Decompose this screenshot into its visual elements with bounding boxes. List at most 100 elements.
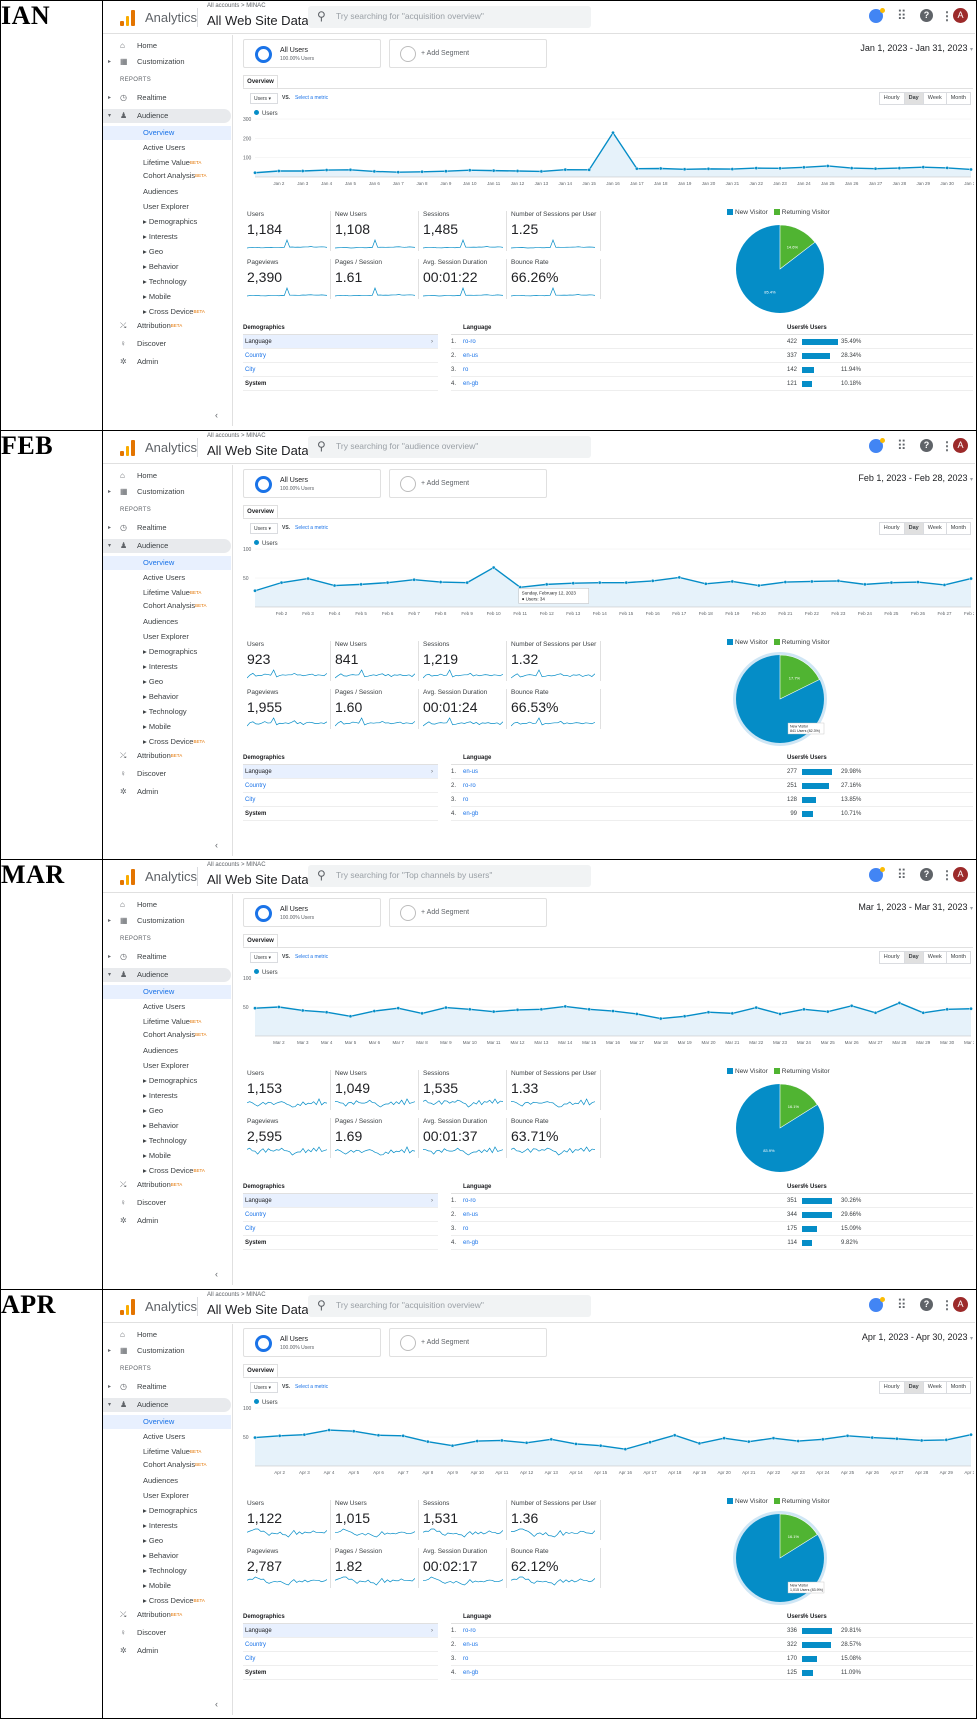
tab-overview[interactable]: Overview bbox=[243, 504, 278, 519]
language-row[interactable]: 3. ro 170 15.08% bbox=[451, 1652, 973, 1666]
language-row[interactable]: 3. ro 142 11.94% bbox=[451, 363, 973, 377]
sidebar-item-technology[interactable]: ▸ Technology bbox=[103, 275, 231, 289]
data-point[interactable] bbox=[650, 578, 655, 583]
data-point[interactable] bbox=[969, 167, 973, 172]
data-point[interactable] bbox=[826, 164, 830, 168]
data-point[interactable] bbox=[491, 168, 496, 173]
data-point[interactable] bbox=[549, 1437, 554, 1441]
sidebar-item-attribution[interactable]: ⤯ AttributionBETA bbox=[103, 1608, 231, 1622]
property-selector[interactable]: All Web Site Data ▾ bbox=[207, 1302, 316, 1317]
data-point[interactable] bbox=[597, 580, 602, 584]
granularity-week[interactable]: Week bbox=[924, 522, 947, 534]
data-point[interactable] bbox=[746, 1439, 751, 1443]
data-point[interactable] bbox=[863, 582, 867, 586]
collapse-sidebar-icon[interactable]: ‹ bbox=[215, 410, 218, 420]
sidebar-item-realtime[interactable]: ▸ ◷ Realtime bbox=[103, 1380, 231, 1394]
data-point[interactable] bbox=[524, 1440, 529, 1445]
language-link[interactable]: en-gb bbox=[463, 1666, 478, 1680]
data-point[interactable] bbox=[491, 1009, 496, 1014]
data-point[interactable] bbox=[396, 170, 400, 174]
data-point[interactable] bbox=[327, 1427, 331, 1432]
data-point[interactable] bbox=[849, 1004, 854, 1008]
sidebar-item-realtime[interactable]: ▸ ◷ Realtime bbox=[103, 521, 231, 535]
data-point[interactable] bbox=[467, 1007, 472, 1012]
sidebar-item-mobile[interactable]: ▸ Mobile bbox=[103, 1149, 231, 1163]
segment-all-users[interactable]: All Users 100.00% Users bbox=[243, 468, 381, 498]
select-metric-link[interactable]: Select a metric bbox=[295, 95, 328, 101]
sidebar-item-customization[interactable]: ▸ ▦ Customization bbox=[103, 485, 231, 499]
data-point[interactable] bbox=[757, 583, 761, 587]
metric-selector[interactable]: Users ▾ bbox=[250, 93, 278, 104]
granularity-month[interactable]: Month bbox=[947, 523, 970, 534]
data-point[interactable] bbox=[623, 1446, 628, 1451]
language-link[interactable]: en-us bbox=[463, 1638, 478, 1652]
account-avatar-icon[interactable]: A bbox=[953, 1296, 968, 1312]
data-point[interactable] bbox=[253, 1006, 257, 1010]
sidebar-item-audience[interactable]: ▾ ♟ Audience bbox=[103, 109, 231, 123]
analytics-logo-icon[interactable] bbox=[120, 10, 136, 26]
sidebar-item-lifetime-value[interactable]: Lifetime ValueBETA bbox=[103, 156, 231, 170]
sidebar-item-active-users[interactable]: Active Users bbox=[103, 141, 231, 155]
language-link[interactable]: ro bbox=[463, 1222, 468, 1236]
sidebar-item-geo[interactable]: ▸ Geo bbox=[103, 1534, 231, 1548]
sidebar-item-mobile[interactable]: ▸ Mobile bbox=[103, 720, 231, 734]
demographics-city[interactable]: City bbox=[243, 793, 438, 807]
apps-grid-icon[interactable]: ⠿ bbox=[897, 868, 907, 882]
data-point[interactable] bbox=[444, 1005, 448, 1010]
help-icon[interactable]: ? bbox=[920, 868, 933, 881]
sidebar-item-cohort-analysis[interactable]: Cohort AnalysisBETA bbox=[103, 169, 231, 183]
demographics-language[interactable]: Language › bbox=[243, 1623, 438, 1638]
granularity-day[interactable]: Day bbox=[904, 522, 924, 534]
date-range-picker[interactable]: Mar 1, 2023 - Mar 31, 2023 ▾ bbox=[858, 902, 973, 912]
sidebar-item-audience[interactable]: ▾ ♟ Audience bbox=[103, 538, 231, 553]
sidebar-item-cohort-analysis[interactable]: Cohort AnalysisBETA bbox=[103, 1458, 231, 1472]
sidebar-item-customization[interactable]: ▸ ▦ Customization bbox=[103, 1344, 231, 1358]
granularity-hourly[interactable]: Hourly bbox=[880, 952, 905, 963]
data-point[interactable] bbox=[587, 1007, 591, 1012]
granularity-week[interactable]: Week bbox=[924, 93, 947, 104]
notifications-icon[interactable] bbox=[869, 867, 885, 882]
date-range-picker[interactable]: Jan 1, 2023 - Jan 31, 2023 ▾ bbox=[860, 43, 973, 53]
data-point[interactable] bbox=[351, 1428, 356, 1433]
tab-overview[interactable]: Overview bbox=[243, 934, 278, 948]
granularity-day[interactable]: Day bbox=[904, 1381, 924, 1393]
data-point[interactable] bbox=[942, 582, 947, 587]
data-point[interactable] bbox=[944, 1437, 949, 1442]
help-icon[interactable]: ? bbox=[920, 438, 933, 452]
data-point[interactable] bbox=[396, 1006, 400, 1010]
demographics-city[interactable]: City bbox=[243, 1652, 438, 1666]
data-point[interactable] bbox=[697, 1441, 702, 1445]
data-point[interactable] bbox=[897, 166, 902, 170]
data-point[interactable] bbox=[730, 167, 735, 171]
language-row[interactable]: 3. ro 128 13.85% bbox=[451, 793, 973, 807]
sidebar-item-realtime[interactable]: ▸ ◷ Realtime bbox=[103, 91, 231, 105]
language-link[interactable]: ro bbox=[463, 363, 468, 377]
apps-grid-icon[interactable]: ⠿ bbox=[897, 9, 907, 23]
data-point[interactable] bbox=[253, 588, 257, 593]
data-point[interactable] bbox=[348, 168, 353, 172]
data-point[interactable] bbox=[706, 167, 711, 171]
more-vert-icon[interactable]: ⋮ bbox=[941, 1298, 953, 1312]
sidebar-item-cohort-analysis[interactable]: Cohort AnalysisBETA bbox=[103, 599, 231, 613]
demographics-language[interactable]: Language › bbox=[243, 1194, 438, 1208]
data-point[interactable] bbox=[635, 166, 639, 171]
notifications-icon[interactable] bbox=[869, 8, 885, 23]
granularity-month[interactable]: Month bbox=[947, 93, 970, 104]
language-link[interactable]: en-gb bbox=[463, 807, 478, 821]
data-point[interactable] bbox=[648, 1439, 652, 1444]
sidebar-item-audience[interactable]: ▾ ♟ Audience bbox=[103, 1397, 231, 1412]
data-point[interactable] bbox=[704, 581, 708, 586]
metric-selector[interactable]: Users ▾ bbox=[250, 1381, 278, 1393]
tab-overview[interactable]: Overview bbox=[243, 75, 278, 89]
demographics-country[interactable]: Country bbox=[243, 1638, 438, 1652]
search-input[interactable]: ⚲ Try searching for "audience overview" bbox=[308, 435, 591, 458]
data-point[interactable] bbox=[730, 579, 735, 583]
data-point[interactable] bbox=[385, 580, 390, 584]
granularity-month[interactable]: Month bbox=[947, 1382, 970, 1393]
sidebar-item-audiences[interactable]: Audiences bbox=[103, 1044, 231, 1058]
sidebar-item-user-explorer[interactable]: User Explorer bbox=[103, 630, 231, 644]
data-point[interactable] bbox=[491, 565, 496, 569]
sidebar-item-discover[interactable]: ♀ Discover bbox=[103, 1626, 231, 1640]
apps-grid-icon[interactable]: ⠿ bbox=[897, 1297, 907, 1312]
data-point[interactable] bbox=[873, 1011, 878, 1015]
